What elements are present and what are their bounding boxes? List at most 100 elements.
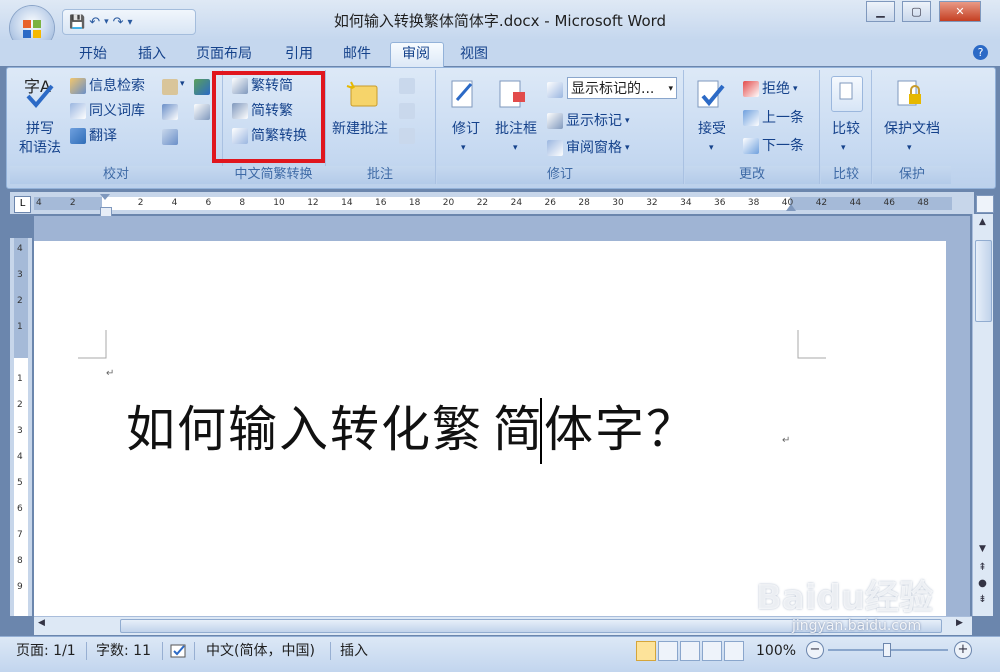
translation-tip-icon[interactable]	[162, 104, 178, 120]
zoom-slider-thumb[interactable]	[883, 643, 891, 657]
draft-view-icon[interactable]	[724, 641, 744, 661]
outline-view-icon[interactable]	[702, 641, 722, 661]
right-indent-marker[interactable]	[786, 204, 796, 211]
ruler-tick-label: 2	[137, 198, 144, 208]
web-layout-icon[interactable]	[680, 641, 700, 661]
scroll-up-icon[interactable]: ▲	[975, 217, 990, 232]
ruler-tick-label: 24	[510, 198, 523, 208]
display-markup-value: 显示标记的...	[571, 81, 655, 97]
word-count-icon[interactable]	[162, 79, 178, 95]
count-icon[interactable]	[194, 104, 210, 120]
delete-comment-icon[interactable]	[399, 78, 415, 94]
minimize-button[interactable]: ▁	[866, 1, 895, 22]
new-comment-label[interactable]: 新建批注	[325, 120, 395, 139]
spelling-label-2[interactable]: 和语法	[10, 139, 70, 158]
translate-button[interactable]: 翻译	[70, 125, 117, 147]
next-change-button[interactable]: 下一条	[743, 135, 804, 157]
tab-review[interactable]: 审阅	[402, 44, 430, 65]
full-screen-reading-icon[interactable]	[658, 641, 678, 661]
group-tracking: 修订 ▾ 批注框 ▾ 显示标记的... ▾ 显示标记 ▾ 审阅窗格 ▾ 修订	[437, 70, 684, 184]
accept-label[interactable]: 接受	[687, 120, 737, 139]
set-language-icon[interactable]	[194, 79, 210, 95]
spelling-icon: 字A	[18, 74, 62, 110]
help-icon[interactable]: ?	[973, 45, 988, 60]
ruler-tick-label: 6	[205, 198, 212, 208]
previous-change-button[interactable]: 上一条	[743, 107, 804, 129]
group-title-tracking: 修订	[437, 166, 683, 184]
group-title-comments: 批注	[325, 166, 435, 184]
vertical-scroll-thumb[interactable]	[975, 240, 992, 322]
tab-view[interactable]: 视图	[460, 44, 488, 65]
vruler-tick-label: 4	[17, 452, 23, 462]
document-text[interactable]: 如何输入转化繁 简体字？	[126, 390, 697, 461]
ruler-tick-label: 44	[849, 198, 862, 208]
zoom-in-icon[interactable]: +	[954, 641, 972, 659]
protect-document-icon	[895, 78, 925, 112]
window-title: 如何输入转换繁体简体字.docx - Microsoft Word	[333, 12, 667, 30]
balloons-dropdown-icon[interactable]: ▾	[513, 143, 518, 153]
protect-dropdown-icon[interactable]: ▾	[907, 143, 912, 153]
zoom-level[interactable]: 100%	[756, 641, 796, 661]
ruler-tick-label: 30	[612, 198, 624, 208]
translate-screentip-icon[interactable]	[162, 129, 178, 145]
ruler-tick-label: 48	[917, 198, 929, 208]
tab-references[interactable]: 引用	[285, 44, 313, 65]
group-compare: 比较 ▾ 比较	[821, 70, 872, 184]
close-button[interactable]: ✕	[939, 1, 981, 22]
thesaurus-icon	[70, 103, 86, 119]
insert-mode-indicator[interactable]: 插入	[340, 641, 368, 661]
spelling-label-1[interactable]: 拼写	[10, 120, 70, 139]
proofing-status-icon[interactable]	[170, 642, 188, 660]
scroll-down-icon[interactable]: ▼	[975, 544, 990, 559]
tab-mailings[interactable]: 邮件	[343, 44, 371, 65]
text-after-caret: 简体字？	[493, 401, 698, 458]
new-comment-icon	[345, 80, 381, 110]
next-comment-icon[interactable]	[399, 128, 415, 144]
compare-dropdown-icon[interactable]: ▾	[841, 143, 846, 153]
compare-label[interactable]: 比较	[821, 120, 871, 139]
status-divider	[330, 642, 331, 660]
vruler-tick-label: 6	[17, 504, 23, 514]
compare-icon	[831, 76, 863, 112]
group-title-changes: 更改	[685, 166, 819, 184]
tab-insert[interactable]: 插入	[138, 44, 166, 65]
reject-icon	[743, 81, 759, 97]
accept-icon	[695, 78, 727, 112]
reviewing-pane-button[interactable]: 审阅窗格 ▾	[547, 137, 630, 159]
text-before-caret: 如何输入转化繁	[126, 401, 484, 458]
ruler-tick-label: 46	[883, 198, 895, 208]
reject-button[interactable]: 拒绝 ▾	[743, 78, 798, 100]
track-changes-dropdown-icon[interactable]: ▾	[461, 143, 466, 153]
language-indicator[interactable]: 中文(简体，中国)	[206, 641, 315, 661]
tab-home[interactable]: 开始	[79, 44, 107, 65]
protect-document-label[interactable]: 保护文档	[873, 120, 951, 139]
thesaurus-button[interactable]: 同义词库	[70, 100, 145, 122]
word-count[interactable]: 字数: 11	[96, 641, 151, 661]
translate-label: 翻译	[89, 128, 117, 144]
research-button[interactable]: 信息检索	[70, 75, 145, 97]
zoom-out-icon[interactable]: −	[806, 641, 824, 659]
tab-page-layout[interactable]: 页面布局	[196, 44, 252, 65]
ruler-ticks: 4 2 2 4 6 8 10 12 14 16 18 20 22 24 26 28 30 32 34 36 38 40 42…	[36, 197, 952, 210]
show-markup-button[interactable]: 显示标记 ▾	[547, 110, 630, 132]
print-layout-view-icon[interactable]	[636, 641, 656, 661]
next-change-icon	[743, 138, 759, 154]
watermark-url: jingyan.baidu.com	[792, 618, 922, 634]
view-ruler-icon[interactable]	[976, 195, 994, 213]
previous-comment-icon[interactable]	[399, 103, 415, 119]
track-changes-label[interactable]: 修订	[441, 120, 491, 139]
display-markup-select[interactable]: 显示标记的... ▾	[567, 77, 677, 99]
group-title-compare: 比较	[821, 166, 871, 184]
translate-icon	[70, 128, 86, 144]
group-changes: 接受 ▾ 拒绝 ▾ 上一条 下一条 更改	[685, 70, 820, 184]
balloons-label[interactable]: 批注框	[489, 120, 543, 139]
ruler-tick-label: 4	[36, 198, 42, 208]
first-line-indent-marker[interactable]	[100, 194, 110, 200]
tab-selector-button[interactable]: L	[14, 196, 31, 213]
scroll-left-icon[interactable]: ◀	[38, 618, 45, 628]
page-indicator[interactable]: 页面: 1/1	[16, 641, 76, 661]
maximize-button[interactable]: ▢	[902, 1, 931, 22]
status-divider	[162, 642, 163, 660]
accept-dropdown-icon[interactable]: ▾	[709, 143, 714, 153]
group-comments: 新建批注 批注	[325, 70, 436, 184]
